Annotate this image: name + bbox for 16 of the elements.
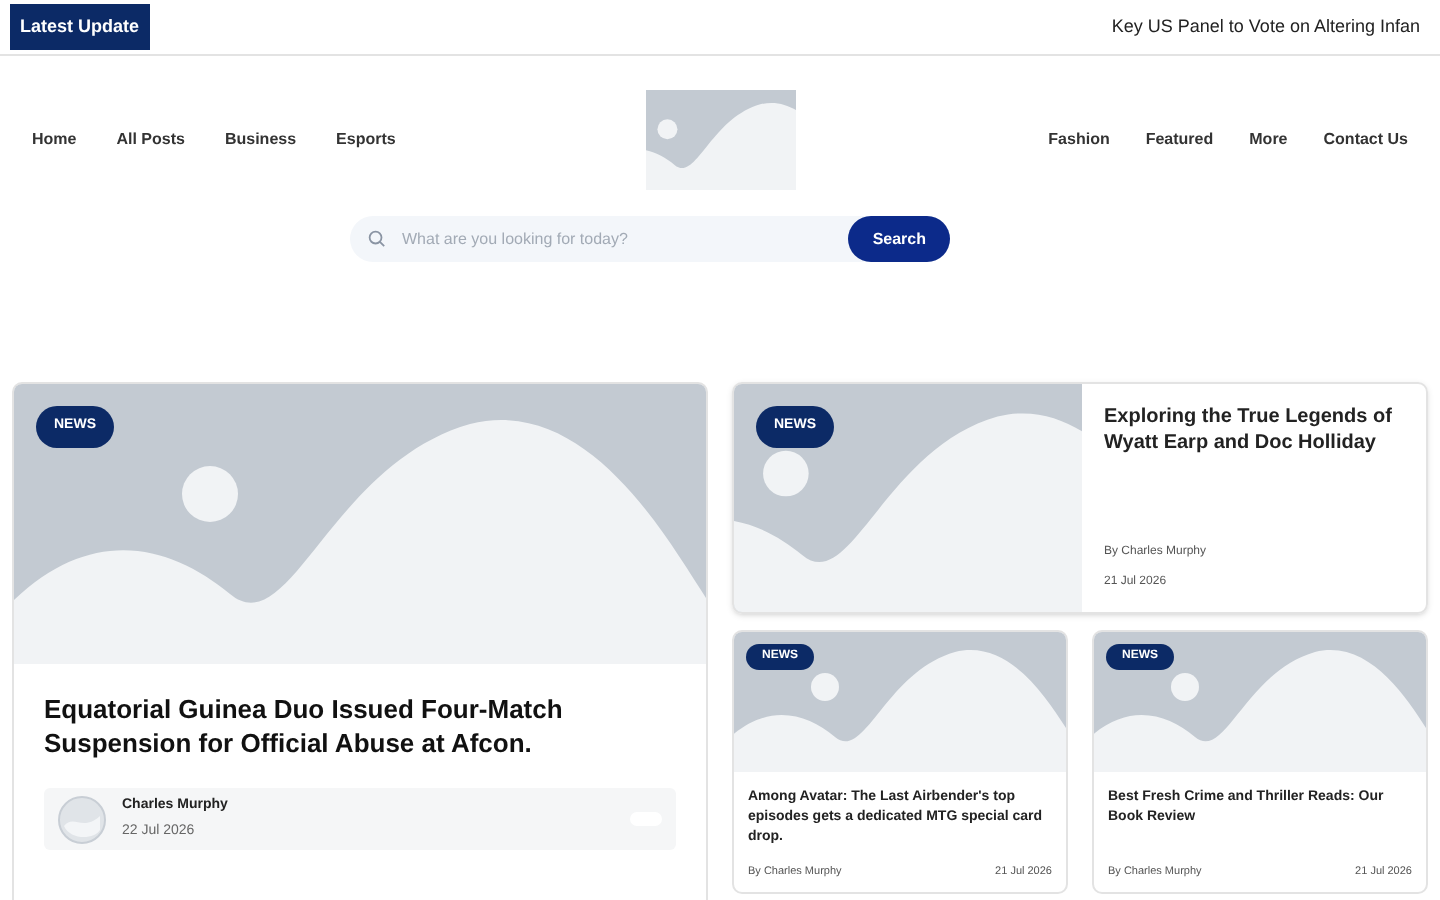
nav-link[interactable]: Esports	[336, 128, 396, 152]
search-button[interactable]: Search	[848, 216, 950, 262]
nav-link[interactable]: Business	[224, 128, 297, 152]
latest-update-badge: Latest Update	[10, 3, 150, 51]
nav-link[interactable]: All Posts	[116, 128, 185, 152]
search-icon	[368, 230, 386, 248]
post-title[interactable]: Exploring the True Legends of Wyatt Earp and Doc Holliday	[1104, 404, 1404, 456]
post-title[interactable]: Equatorial Guinea Duo Issued Four-Match Suspension for Official Abuse at Afcon.	[44, 692, 676, 760]
nav-link[interactable]: Fashion	[1048, 128, 1110, 152]
nav-link[interactable]: Featured	[1145, 128, 1214, 152]
nav-link[interactable]: Contact Us	[1323, 128, 1408, 152]
news-ticker[interactable]: Key US Panel to Vote on Altering Infan	[1111, 13, 1420, 41]
nav-link[interactable]: More	[1249, 128, 1288, 152]
search-field[interactable]: What are you looking for today? Search	[350, 216, 950, 262]
nav-link[interactable]: Home	[32, 128, 77, 152]
avatar-icon	[58, 795, 106, 843]
